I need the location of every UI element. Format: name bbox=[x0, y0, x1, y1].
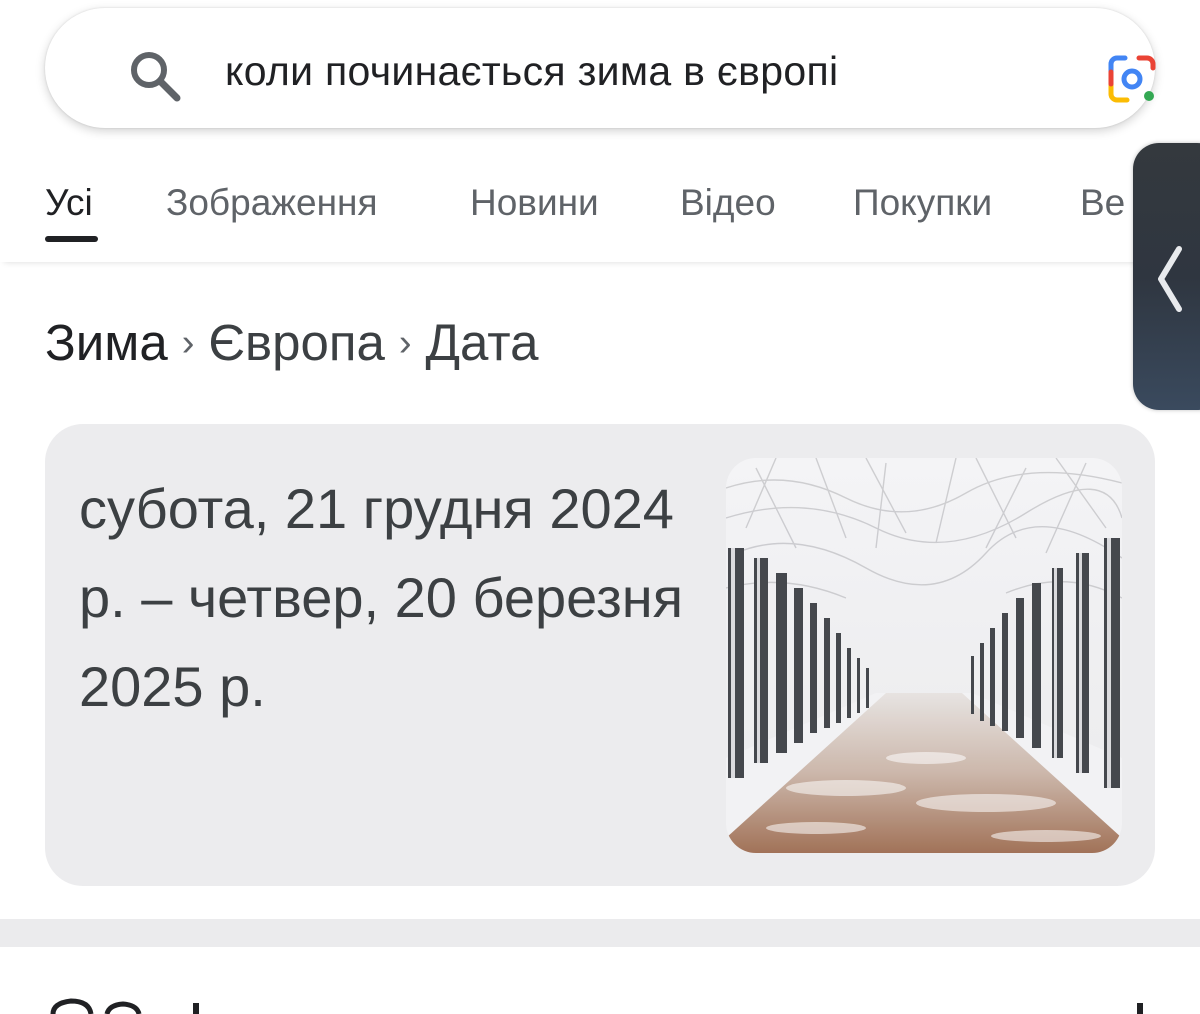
tab-shopping[interactable]: Покупки bbox=[853, 182, 992, 224]
answer-date-range: субота, 21 грудня 2024 р. – четвер, 20 б… bbox=[79, 477, 684, 718]
search-results-page: коли починається зима в європі Усі Зобра… bbox=[0, 0, 1200, 1014]
search-input[interactable]: коли починається зима в європі bbox=[225, 48, 838, 95]
breadcrumb-item-winter[interactable]: Зима bbox=[45, 314, 168, 371]
tab-web[interactable]: Ве bbox=[1080, 182, 1125, 224]
chevron-left-icon bbox=[1158, 246, 1182, 312]
breadcrumb-separator-icon: › bbox=[181, 322, 195, 364]
breadcrumb-item-date[interactable]: Дата bbox=[426, 314, 539, 371]
tab-images[interactable]: Зображення bbox=[166, 182, 378, 224]
tab-news[interactable]: Новини bbox=[470, 182, 599, 224]
side-panel-handle[interactable] bbox=[1133, 143, 1200, 410]
featured-answer-card[interactable]: субота, 21 грудня 2024 р. – четвер, 20 б… bbox=[45, 424, 1155, 886]
breadcrumb: Зима › Європа › Дата bbox=[45, 313, 538, 372]
winter-alley-picture bbox=[726, 458, 1122, 853]
tab-videos[interactable]: Відео bbox=[680, 182, 776, 224]
breadcrumb-separator-icon: › bbox=[398, 322, 412, 364]
search-icon[interactable] bbox=[127, 48, 183, 104]
tab-all[interactable]: Усі bbox=[45, 182, 93, 224]
google-lens-icon[interactable] bbox=[1103, 50, 1161, 108]
winter-alley-image[interactable] bbox=[726, 458, 1122, 853]
active-tab-indicator bbox=[45, 236, 98, 242]
search-bar[interactable]: коли починається зима в європі bbox=[45, 8, 1156, 128]
next-result-peek bbox=[45, 995, 1155, 1014]
breadcrumb-item-europe[interactable]: Європа bbox=[208, 314, 384, 371]
search-tabs: Усі Зображення Новини Відео Покупки Ве bbox=[0, 140, 1200, 262]
section-divider bbox=[0, 919, 1200, 947]
